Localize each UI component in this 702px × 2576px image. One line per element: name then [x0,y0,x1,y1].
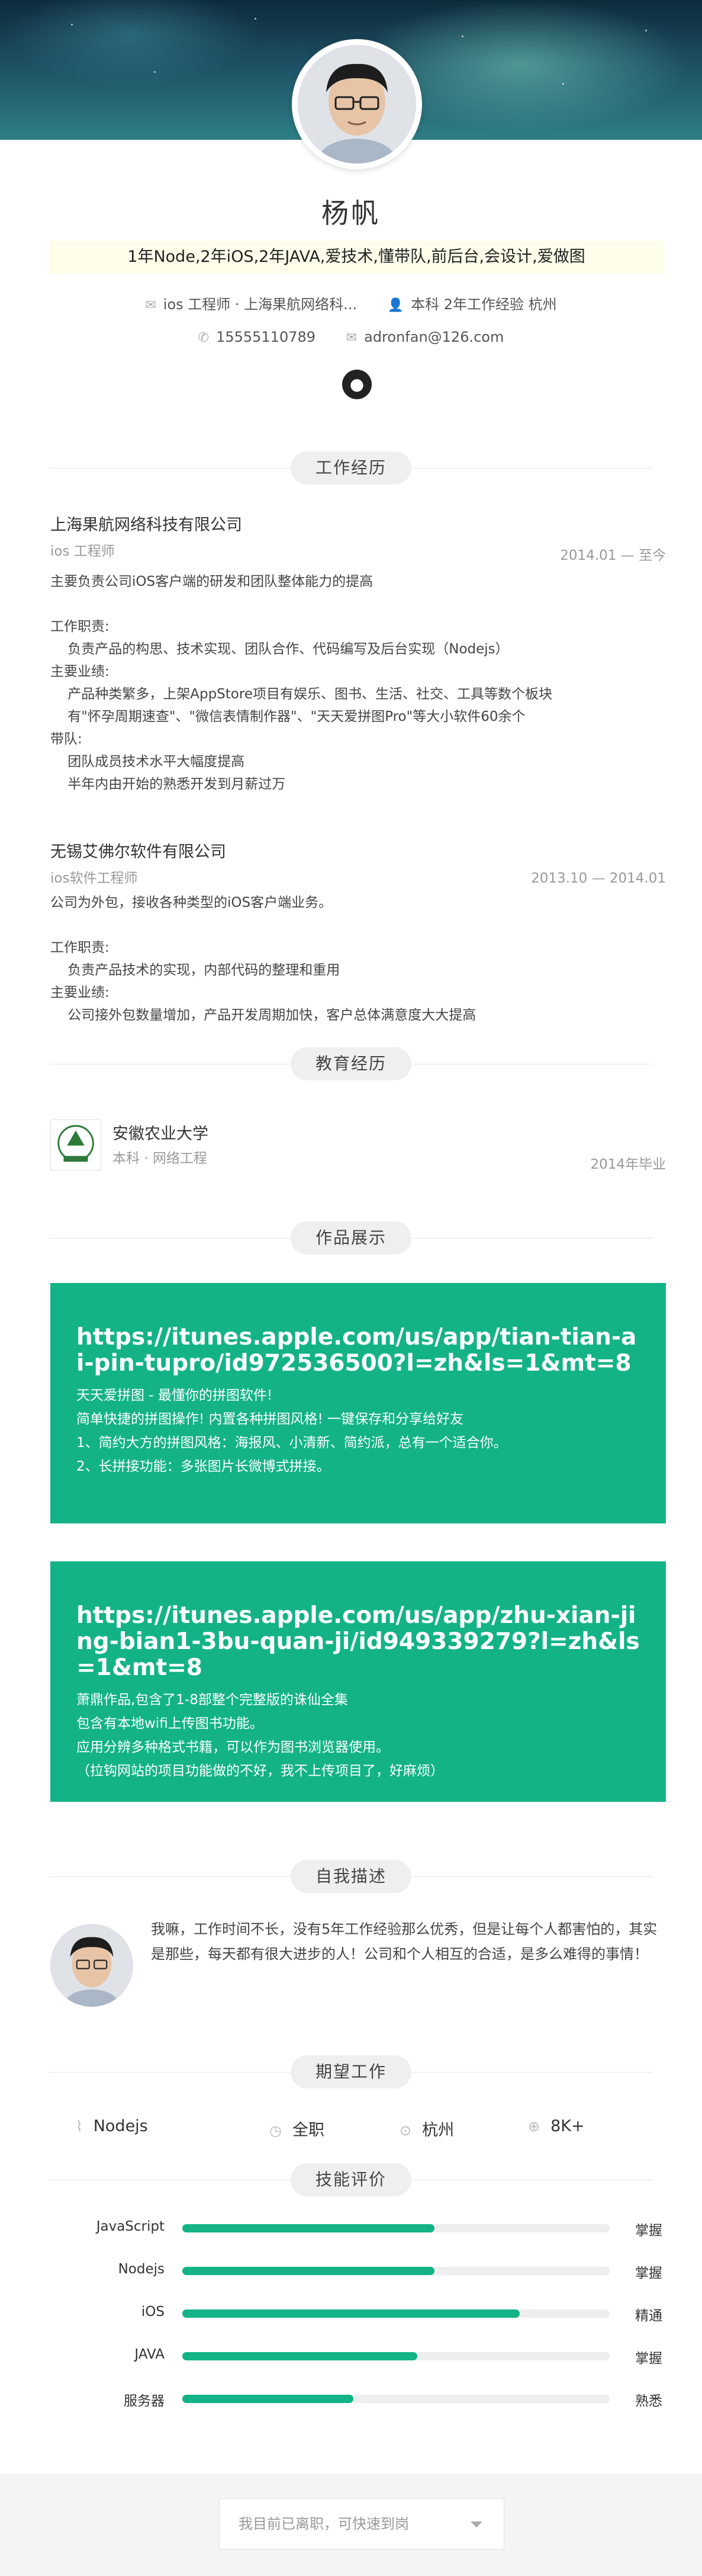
section-expect: 期望工作 [49,2055,653,2089]
expect-type: ◷ 全职 [269,2121,324,2139]
section-works: 作品展示 [49,1221,653,1255]
skill-bar-track [182,2352,610,2360]
skill-name: JAVA [134,2347,165,2362]
skill-level: 掌握 [635,2266,662,2281]
skill-bar-track [182,2267,610,2275]
school-name: 安徽农业大学 [112,1125,208,1143]
section-title-work: 工作经历 [290,451,412,485]
skill-bar-fill [182,2352,418,2360]
profile-motto: 1年Node,2年iOS,2年JAVA,爱技术,懂带队,前后台,会设计,爱做图 [49,240,664,274]
skill-bar-fill [182,2224,434,2232]
job-info: ✉ ios 工程师 · 上海果航网络科... [145,296,358,313]
work-line: 应用分辨多种格式书籍，可以作为图书浏览器使用。 [76,1740,389,1755]
work-url[interactable]: https://itunes.apple.com/us/app/zhu-xian… [76,1603,640,1681]
skill-bar-track [182,2309,610,2318]
location-icon: ⊙ [400,2122,412,2139]
school-degree: 本科 · 网络工程 [112,1151,207,1166]
resume-card: 杨帆 1年Node,2年iOS,2年JAVA,爱技术,懂带队,前后台,会设计,爱… [0,39,702,2474]
work-line: 包含有本地wifi上传图书功能。 [76,1716,263,1731]
profile-info-row: ✉ ios 工程师 · 上海果航网络科... 👤 本科 2年工作经验 杭州 [0,293,702,313]
github-icon[interactable]: ● [342,370,372,399]
job-item: 上海果航网络科技有限公司 ios 工程师 2014.01 — 至今 主要负责公司… [50,512,666,795]
chevron-down-icon [471,2522,482,2527]
phone-info[interactable]: ✆ 15555110789 [198,329,315,345]
footer: 我目前已离职，可快速到岗 [0,2474,702,2576]
work-line: 2、长拼接功能：多张图片长微博式拼接。 [76,1459,330,1474]
avatar-photo [50,1924,133,2007]
phone-icon: ✆ [198,331,210,345]
skill-name: iOS [141,2304,165,2320]
section-title-works: 作品展示 [290,1221,412,1255]
section-self: 自我描述 [49,1860,653,1893]
work-line: 1、简约大方的拼图风格：海报风、小清新、简约派，总有一个适合你。 [76,1435,507,1451]
work-url[interactable]: https://itunes.apple.com/us/app/tian-tia… [76,1324,640,1377]
work-line: 天天爱拼图 - 最懂你的拼图软件! [76,1388,273,1403]
school-period: 2014年毕业 [590,1157,666,1172]
skill-bar-fill [182,2309,520,2318]
job-company: 上海果航网络科技有限公司 [50,516,242,534]
expect-position: ⌇ Nodejs [76,2117,148,2135]
work-line: 萧鼎作品,包含了1-8部整个完整版的诛仙全集 [76,1692,348,1708]
section-title-self: 自我描述 [290,1860,412,1893]
skill-level: 熟悉 [635,2394,662,2409]
self-avatar [50,1924,133,2007]
skill-bar-track [182,2395,610,2403]
section-skills: 技能评价 [49,2163,653,2196]
job-item: 无锡艾佛尔软件有限公司 ios软件工程师 2013.10 — 2014.01 公… [50,839,666,1026]
skill-level: 掌握 [635,2223,662,2238]
education-info: 👤 本科 2年工作经验 杭州 [387,296,557,313]
skill-name: 服务器 [124,2394,165,2409]
section-title-expect: 期望工作 [290,2055,412,2089]
work-line: 简单快捷的拼图操作! 内置各种拼图风格! 一键保存和分享给好友 [76,1411,464,1427]
job-period: 2013.10 — 2014.01 [531,871,666,886]
self-description: 我嘛，工作时间不长，没有5年工作经验那么优秀，但是让每个人都害怕的，其实是那些，… [151,1921,658,1962]
work-item[interactable]: https://itunes.apple.com/us/app/tian-tia… [50,1283,666,1523]
skill-bar-fill [182,2395,353,2403]
skill-name: JavaScript [96,2219,165,2234]
school-logo [50,1119,101,1170]
tie-icon: ⌇ [76,2118,83,2135]
section-work: 工作经历 [49,451,653,485]
profile-avatar [292,39,422,169]
profile-name: 杨帆 [321,197,381,229]
money-icon: ⊕ [528,2118,540,2135]
briefcase-icon: ✉ [145,298,156,313]
skill-bar-track [182,2224,610,2232]
section-title-education: 教育经历 [290,1047,412,1080]
email-info[interactable]: ✉ adronfan@126.com [346,329,504,345]
mail-icon: ✉ [346,331,358,345]
work-item[interactable]: https://itunes.apple.com/us/app/zhu-xian… [50,1561,666,1802]
avatar-photo [298,45,416,163]
work-line: （拉钩网站的项目功能做的不好，我不上传项目了，好麻烦） [76,1763,444,1779]
expect-city: ⊙ 杭州 [400,2121,455,2139]
job-period: 2014.01 — 至今 [560,548,666,563]
expect-salary: ⊕ 8K+ [528,2117,585,2135]
skill-level: 精通 [635,2308,662,2324]
school-emblem-icon [57,1125,94,1162]
job-desc: 主要负责公司iOS客户端的研发和团队整体能力的提高 工作职责: 负责产品的构思、… [50,574,552,792]
job-status-select[interactable]: 我目前已离职，可快速到岗 [219,2498,504,2549]
contact-row: ✆ 15555110789 ✉ adronfan@126.com [0,328,702,345]
section-education: 教育经历 [49,1047,653,1080]
skill-name: Nodejs [118,2261,165,2277]
clock-icon: ◷ [269,2122,282,2139]
skill-bar-fill [182,2267,434,2275]
job-company: 无锡艾佛尔软件有限公司 [50,843,226,861]
section-title-skills: 技能评价 [290,2163,412,2196]
job-desc: 公司为外包，接收各种类型的iOS客户端业务。 工作职责: 负责产品技术的实现，内… [50,895,476,1023]
user-icon: 👤 [387,298,404,313]
skill-level: 掌握 [635,2351,662,2366]
